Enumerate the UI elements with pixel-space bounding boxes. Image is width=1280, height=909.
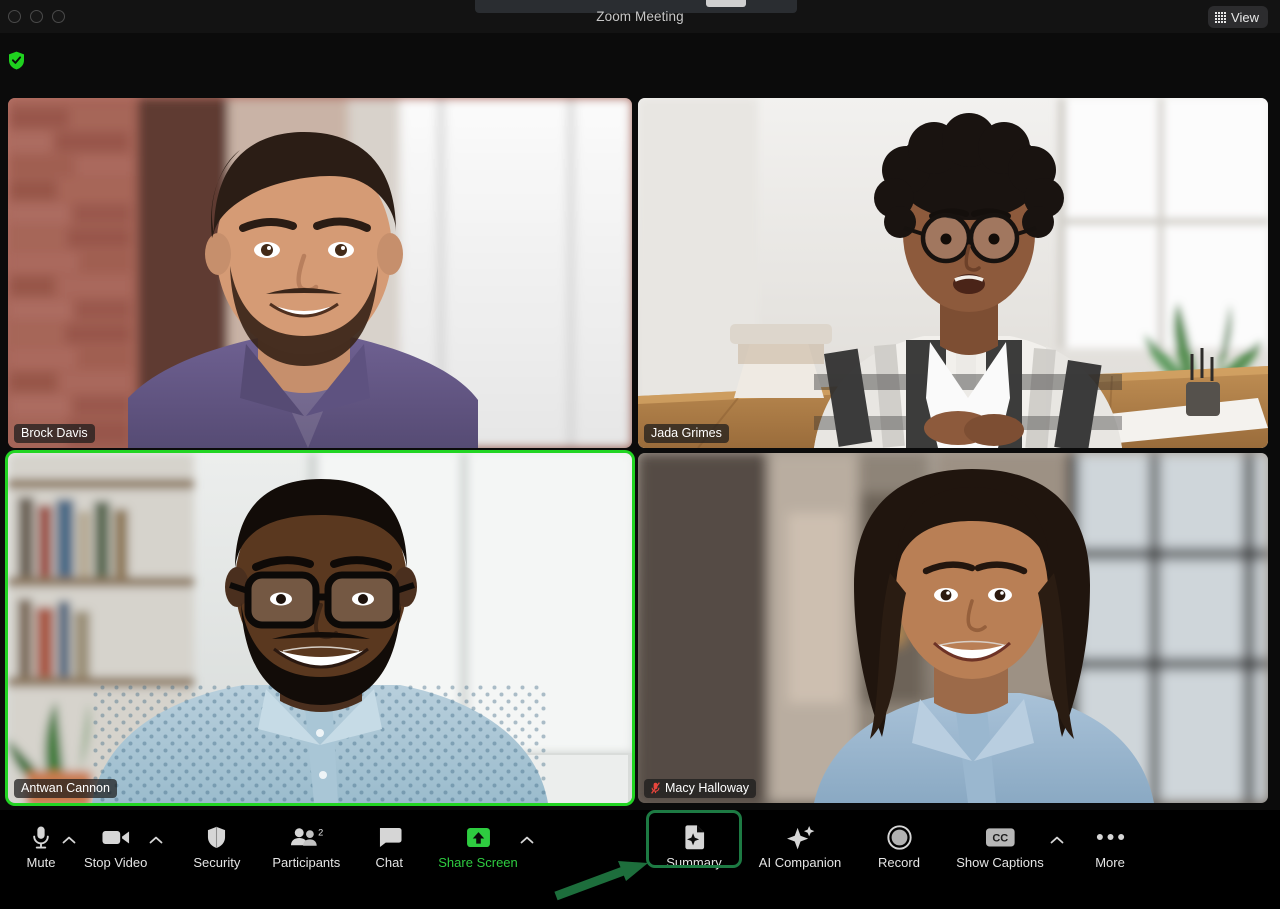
participant-video-brock-davis [8, 98, 632, 448]
more-button[interactable]: More [1082, 818, 1138, 874]
captions-options-chevron-icon[interactable] [1050, 831, 1066, 849]
toolbar-right-group: Summary AI Companion Record CC Show Capt… [650, 818, 1138, 874]
summary-document-sparkle-icon [683, 823, 706, 851]
svg-text:CC: CC [992, 832, 1008, 844]
security-button[interactable]: Security [189, 818, 244, 874]
share-options-chevron-icon[interactable] [520, 831, 536, 849]
participant-video-antwan-cannon [8, 453, 632, 803]
chat-button[interactable]: Chat [366, 818, 412, 874]
chat-button-label: Chat [375, 855, 403, 870]
record-button[interactable]: Record [860, 818, 938, 874]
people-icon: 2 [290, 823, 323, 851]
view-button[interactable]: View [1208, 6, 1268, 28]
participant-name-text: Jada Grimes [651, 426, 722, 440]
participant-tile-antwan-cannon[interactable]: Antwan Cannon [8, 453, 632, 803]
participant-tile-macy-halloway[interactable]: Macy Halloway [638, 453, 1268, 803]
record-button-label: Record [878, 855, 920, 870]
participant-name-label: Macy Halloway [644, 778, 757, 798]
security-button-label: Security [193, 855, 241, 870]
participant-video-macy-halloway [638, 453, 1268, 803]
title-bar: Zoom Meeting View [0, 0, 1280, 33]
summary-button-label: Summary [666, 855, 722, 870]
zoom-meeting-window: Zoom Meeting View Brock Davis Jada Grime… [0, 0, 1280, 909]
video-options-chevron-icon[interactable] [149, 831, 165, 849]
meeting-toolbar: Mute Stop Video Security 2 Participants … [0, 810, 1280, 909]
show-captions-button-label: Show Captions [956, 855, 1044, 870]
share-screen-button[interactable]: Share Screen [434, 818, 522, 874]
mute-button-label: Mute [26, 855, 56, 870]
participant-name-label: Antwan Cannon [14, 778, 117, 798]
stop-video-button-label: Stop Video [84, 855, 148, 870]
video-grid: Brock Davis Jada Grimes Antwan Cannon Ma… [0, 96, 1280, 810]
audio-options-chevron-icon[interactable] [62, 831, 78, 849]
participants-button[interactable]: 2 Participants [268, 818, 344, 874]
participants-button-label: Participants [272, 855, 341, 870]
participant-tile-brock-davis[interactable]: Brock Davis [8, 98, 632, 448]
summary-button[interactable]: Summary [650, 818, 738, 874]
participant-video-jada-grimes [638, 98, 1268, 448]
window-title: Zoom Meeting [596, 9, 684, 24]
video-camera-icon [102, 823, 130, 851]
participant-name-label: Brock Davis [14, 423, 95, 443]
participant-tile-jada-grimes[interactable]: Jada Grimes [638, 98, 1268, 448]
stop-video-button[interactable]: Stop Video [80, 818, 151, 874]
participant-name-text: Antwan Cannon [21, 781, 110, 795]
muted-microphone-icon [651, 782, 660, 794]
svg-text:2: 2 [318, 828, 323, 838]
participant-name-text: Macy Halloway [665, 781, 750, 795]
shield-icon [207, 823, 226, 851]
grid-icon [1215, 11, 1227, 23]
mute-button[interactable]: Mute [18, 818, 64, 874]
sparkles-icon [786, 823, 815, 851]
speech-bubble-icon [377, 823, 402, 851]
microphone-icon [31, 823, 51, 851]
ellipsis-icon [1096, 823, 1125, 851]
encryption-shield-icon[interactable] [8, 51, 25, 70]
participant-name-text: Brock Davis [21, 426, 88, 440]
share-screen-up-arrow-icon [466, 823, 491, 851]
view-button-label: View [1231, 9, 1259, 25]
ai-companion-button-label: AI Companion [758, 855, 842, 870]
share-screen-button-label: Share Screen [438, 855, 518, 870]
closed-caption-icon: CC [985, 823, 1016, 851]
more-button-label: More [1095, 855, 1125, 870]
record-circle-icon [886, 823, 912, 851]
show-captions-button[interactable]: CC Show Captions [948, 818, 1052, 874]
participant-name-label: Jada Grimes [644, 423, 729, 443]
ai-companion-button[interactable]: AI Companion [752, 818, 848, 874]
toolbar-left-group: Mute Stop Video Security 2 Participants … [18, 818, 538, 874]
window-tab-pill [706, 0, 746, 7]
